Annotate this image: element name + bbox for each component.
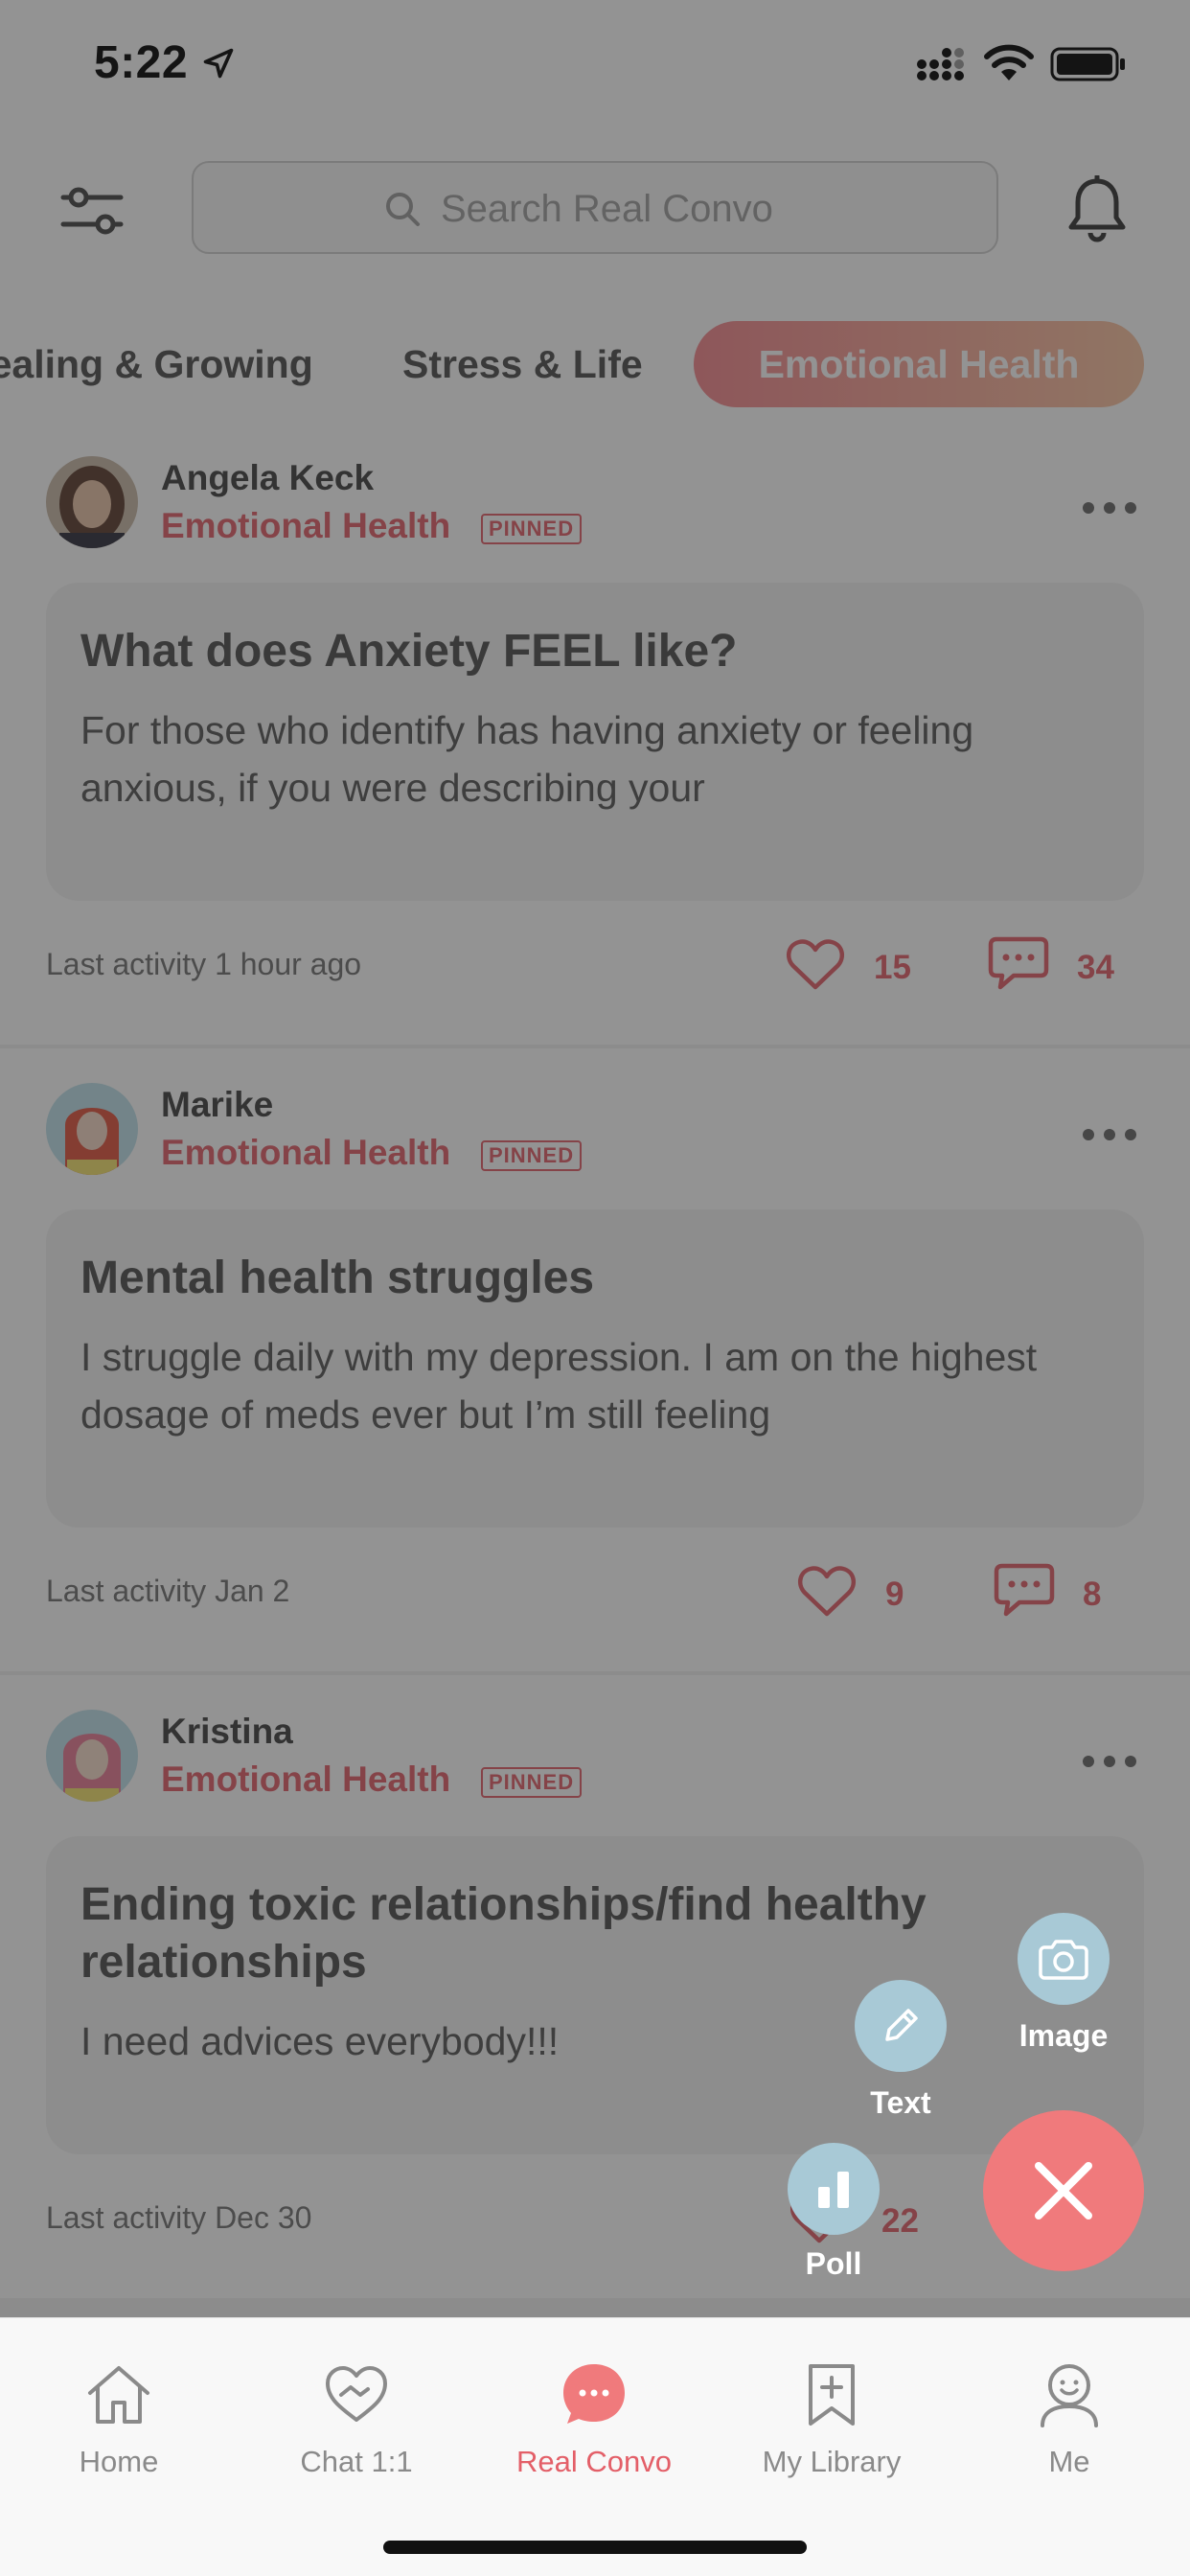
nav-me[interactable]: Me [950, 2341, 1188, 2485]
nav-real-convo[interactable]: Real Convo [475, 2341, 713, 2485]
pencil-icon [885, 2009, 918, 2041]
nav-chat[interactable]: Chat 1:1 [238, 2341, 475, 2485]
poll-post-button[interactable] [788, 2143, 880, 2235]
text-post-button[interactable] [855, 1980, 947, 2072]
bookmark-plus-icon [809, 2364, 855, 2426]
nav-my-library[interactable]: My Library [713, 2341, 950, 2485]
image-label: Image [1018, 2018, 1109, 2053]
nav-home[interactable]: Home [0, 2341, 238, 2485]
nav-real-convo-label: Real Convo [516, 2445, 672, 2478]
bottom-tab-bar: Home Chat 1:1 Real Convo My Library Me [0, 2317, 1190, 2576]
chat-bubble-icon [563, 2364, 625, 2424]
home-icon [88, 2366, 149, 2424]
nav-chat-label: Chat 1:1 [300, 2445, 413, 2478]
image-post-button[interactable] [1018, 1913, 1110, 2005]
nav-my-library-label: My Library [762, 2445, 902, 2478]
close-menu-button[interactable] [983, 2110, 1144, 2271]
dim-overlay[interactable] [0, 0, 1190, 2317]
text-label: Text [870, 2085, 931, 2120]
handshake-icon [326, 2366, 387, 2422]
home-indicator [383, 2541, 807, 2554]
camera-icon [1039, 1940, 1088, 1980]
poll-bars-icon [818, 2172, 849, 2208]
profile-icon [1041, 2364, 1098, 2427]
nav-me-label: Me [1048, 2445, 1090, 2478]
nav-home-label: Home [79, 2445, 159, 2478]
poll-label: Poll [805, 2246, 862, 2281]
close-icon [1035, 2162, 1092, 2220]
